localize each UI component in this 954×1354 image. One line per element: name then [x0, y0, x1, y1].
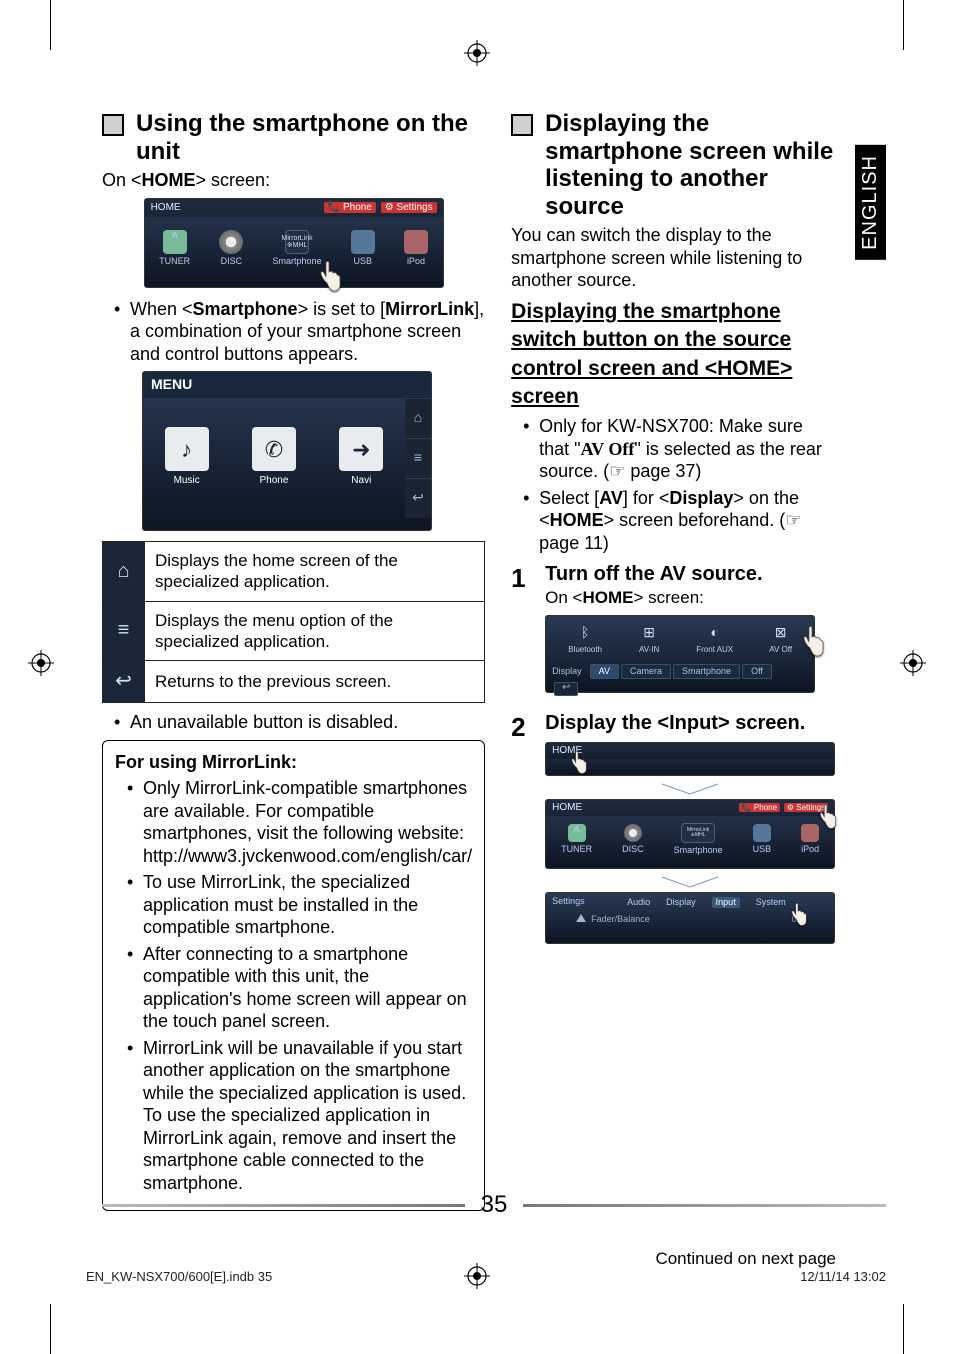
menu-phone: ✆Phone [252, 427, 296, 488]
step-title: Display the <Input> screen. [545, 711, 836, 736]
icon-description-table: ⌂ Displays the home screen of the special… [102, 541, 485, 703]
step-number: 1 [511, 562, 531, 702]
note-box: For using MirrorLink: •Only MirrorLink-c… [102, 740, 485, 1212]
icon-desc: Displays the home screen of the speciali… [145, 542, 485, 602]
section-bullet-icon [511, 114, 533, 136]
home-icon: ⌂ [405, 398, 431, 438]
back-icon: ↩ [405, 478, 431, 518]
ss-title: HOME [552, 802, 582, 815]
src-avoff: ⊠AV Off [769, 622, 792, 655]
phone-badge: 📞 Phone [739, 803, 780, 812]
tab-display: Display [666, 897, 696, 908]
menu-music: ♪Music [165, 427, 209, 488]
bullet-item: • Select [AV] for <Display> on the <HOME… [523, 487, 836, 555]
crop-mark [903, 1304, 904, 1354]
home-icon: ⌂ [117, 559, 129, 584]
section-bullet-icon [102, 114, 124, 136]
source-disc: DISC [622, 824, 644, 855]
footer-right: 12/11/14 13:02 [800, 1269, 886, 1284]
pointing-hand-icon [814, 798, 846, 830]
registration-mark-icon [464, 40, 490, 66]
step-2: 2 Display the <Input> screen. HOME HOME [511, 711, 836, 948]
settings-label: Settings [552, 896, 585, 907]
source-tuner: ATUNER [561, 824, 592, 855]
body-text: You can switch the display to the smartp… [511, 224, 836, 292]
src-bluetooth: ᛒBluetooth [568, 622, 602, 655]
screenshot-avoff: ᛒBluetooth ⊞AV-IN ◐Front AUX ⊠AV Off Dis… [545, 615, 815, 693]
pointer-icon: ☞ [609, 461, 625, 481]
menu-navi: ➜Navi [339, 427, 383, 488]
bullet-item: • When <Smartphone> is set to [MirrorLin… [114, 298, 485, 366]
tab-smartphone: Smartphone [673, 664, 740, 679]
source-usb: USB [351, 230, 375, 267]
screenshot-home: HOME 📞 Phone ⚙ Settings ATUNER DISC Mirr… [144, 198, 444, 288]
tab-off: Off [742, 664, 772, 679]
ss-title: HOME [151, 202, 181, 215]
page-number: 35 [465, 1191, 524, 1219]
tab-av: AV [590, 664, 619, 679]
right-column: Displaying the smartphone screen while l… [511, 110, 886, 1234]
section-heading: Displaying the smartphone screen while l… [545, 110, 836, 220]
pointing-hand-icon [313, 253, 353, 293]
tab-audio: Audio [627, 897, 650, 908]
menu-icon: ≡ [118, 618, 130, 643]
footer-left: EN_KW-NSX700/600[E].indb 35 [86, 1269, 272, 1284]
source-ipod: iPod [404, 230, 428, 267]
section-heading: Using the smartphone on the unit [136, 110, 485, 165]
tab-input: Input [712, 897, 740, 908]
icon-desc: Returns to the previous screen. [145, 661, 485, 703]
display-label: Display [552, 666, 582, 677]
settings-badge: ⚙ Settings [381, 202, 437, 213]
src-avin: ⊞AV-IN [638, 622, 660, 655]
sub-heading: Displaying the smartphone switch button … [511, 298, 836, 411]
source-disc: DISC [219, 230, 243, 267]
screenshot-input-sequence: HOME HOME 📞 Phone ⚙ Settings [545, 742, 835, 944]
source-usb: USB [753, 824, 772, 855]
tab-camera: Camera [621, 664, 671, 679]
source-tuner: ATUNER [159, 230, 190, 267]
page-rule: 35 [102, 1191, 886, 1219]
registration-mark-icon [900, 650, 926, 676]
back-icon: ↩ [115, 669, 132, 694]
left-column: Using the smartphone on the unit On <HOM… [102, 110, 485, 1234]
fader-balance-label: Fader/Balance [591, 914, 650, 924]
step-number: 2 [511, 711, 531, 948]
continued-label: Continued on next page [511, 1248, 836, 1269]
step-1: 1 Turn off the AV source. On <HOME> scre… [511, 562, 836, 702]
source-smartphone: MirrorLink※MHLSmartphone [674, 823, 723, 856]
body-text: On <HOME> screen: [102, 169, 485, 192]
menu-icon: ≡ [405, 438, 431, 478]
phone-badge: 📞 Phone [324, 202, 376, 213]
pointing-hand-icon [796, 618, 836, 658]
pointing-hand-icon [786, 897, 816, 927]
bullet-item: • An unavailable button is disabled. [114, 711, 485, 734]
back-icon: ↩ [554, 682, 578, 696]
crop-mark [50, 1304, 51, 1354]
bullet-item: • Only for KW-NSX700: Make sure that "AV… [523, 415, 836, 483]
step-title: Turn off the AV source. [545, 562, 836, 587]
icon-desc: Displays the menu option of the speciali… [145, 601, 485, 661]
step-sub: On <HOME> screen: [545, 587, 836, 608]
tab-system: System [756, 897, 786, 908]
crop-mark [50, 0, 51, 50]
crop-mark [903, 0, 904, 50]
menu-title: MENU [143, 372, 431, 398]
pointing-hand-icon [566, 745, 596, 775]
screenshot-menu: MENU ♪Music ✆Phone ➜Navi ⌂ ≡ ↩ [142, 371, 432, 531]
registration-mark-icon [28, 650, 54, 676]
src-frontaux: ◐Front AUX [696, 622, 733, 655]
pointer-icon: ☞ [785, 510, 801, 530]
chevron-down-icon [545, 873, 835, 892]
note-title: For using MirrorLink: [115, 751, 472, 774]
footer: EN_KW-NSX700/600[E].indb 35 12/11/14 13:… [86, 1269, 886, 1284]
chevron-down-icon [545, 780, 835, 799]
triangle-up-icon [576, 914, 586, 922]
